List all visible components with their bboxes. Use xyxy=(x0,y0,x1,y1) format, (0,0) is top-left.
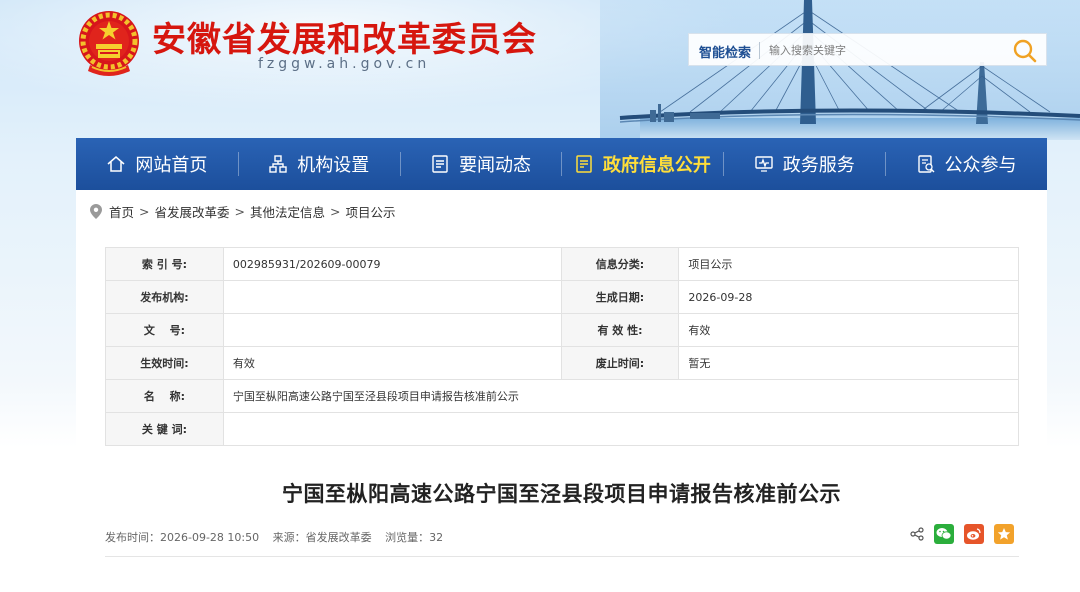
created-date-label: 生成日期: xyxy=(560,280,680,314)
table-row: 文 号: 有 效 性: 有效 xyxy=(105,313,1019,347)
category-value: 项目公示 xyxy=(678,247,1019,281)
main-nav: 网站首页 机构设置 要闻动态 政府信息公开 政务服务 公众参与 xyxy=(76,138,1047,190)
breadcrumb-separator: > xyxy=(234,204,245,219)
nav-item-home[interactable]: 网站首页 xyxy=(76,138,238,190)
participation-icon xyxy=(917,155,935,173)
favorite-share-icon[interactable] xyxy=(994,524,1014,544)
table-row: 关 键 词: xyxy=(105,412,1020,446)
search-box: 智能检索 xyxy=(688,33,1047,66)
publisher-label: 发布机构: xyxy=(105,280,224,314)
nav-item-organization[interactable]: 机构设置 xyxy=(237,138,400,190)
document-info-table: 索 引 号: 002985931/202609-00079 信息分类: 项目公示… xyxy=(105,247,1020,446)
site-domain: fzggw.ah.gov.cn xyxy=(258,56,431,72)
breadcrumb-statutory-info[interactable]: 其他法定信息 xyxy=(250,202,325,221)
nav-item-label: 网站首页 xyxy=(135,155,208,176)
search-input[interactable] xyxy=(769,40,999,61)
article-meta: 发布时间：2026-09-28 10:50 来源：省发展改革委 浏览量：32 xyxy=(105,529,453,545)
effective-time-label: 生效时间: xyxy=(105,346,224,380)
news-icon xyxy=(432,155,448,173)
smart-search-label[interactable]: 智能检索 xyxy=(699,42,751,61)
home-icon xyxy=(107,156,125,172)
bridge-banner-image xyxy=(600,0,1080,140)
effective-time-value: 有效 xyxy=(222,346,562,380)
doc-number-label: 文 号: xyxy=(105,313,224,347)
table-row: 索 引 号: 002985931/202609-00079 信息分类: 项目公示 xyxy=(105,247,1019,281)
nav-item-label: 要闻动态 xyxy=(459,155,532,176)
category-label: 信息分类: xyxy=(560,247,680,281)
keywords-label: 关 键 词: xyxy=(105,412,224,446)
share-icon[interactable] xyxy=(910,527,924,541)
share-bar xyxy=(910,524,1014,544)
article-title: 宁国至枞阳高速公路宁国至泾县段项目申请报告核准前公示 xyxy=(282,482,841,506)
nav-item-news[interactable]: 要闻动态 xyxy=(399,138,562,190)
wechat-glyph-icon xyxy=(936,528,952,540)
validity-label: 有 效 性: xyxy=(560,313,680,347)
name-value: 宁国至枞阳高速公路宁国至泾县段项目申请报告核准前公示 xyxy=(222,379,1020,413)
breadcrumb-separator: > xyxy=(139,204,150,219)
site-title: 安徽省发展和改革委员会 xyxy=(152,20,537,60)
expire-time-value: 暂无 xyxy=(678,346,1019,380)
location-pin-icon xyxy=(90,204,102,219)
index-value: 002985931/202609-00079 xyxy=(222,247,562,281)
index-label: 索 引 号: xyxy=(105,247,224,281)
nav-item-label: 机构设置 xyxy=(297,155,370,176)
expire-time-label: 废止时间: xyxy=(560,346,680,380)
search-icon[interactable] xyxy=(1012,38,1038,64)
doc-number-value xyxy=(222,313,562,347)
nav-item-label: 政府信息公开 xyxy=(602,155,711,176)
publish-time: 发布时间：2026-09-28 10:50 xyxy=(105,531,260,544)
validity-value: 有效 xyxy=(678,313,1019,347)
document-icon xyxy=(576,155,592,173)
view-count: 浏览量：32 xyxy=(385,531,444,544)
weibo-glyph-icon xyxy=(967,528,981,540)
breadcrumb: 首页 > 省发展改革委 > 其他法定信息 > 项目公示 xyxy=(90,202,396,221)
weibo-share-icon[interactable] xyxy=(964,524,984,544)
name-label: 名 称: xyxy=(105,379,224,413)
nav-item-label: 政务服务 xyxy=(782,155,855,176)
breadcrumb-ndrc[interactable]: 省发展改革委 xyxy=(155,202,230,221)
article-source: 来源：省发展改革委 xyxy=(272,531,372,544)
breadcrumb-project-notice[interactable]: 项目公示 xyxy=(346,202,396,221)
search-divider xyxy=(759,42,760,59)
breadcrumb-home[interactable]: 首页 xyxy=(109,202,134,221)
keywords-value xyxy=(222,412,1020,446)
nav-item-participation[interactable]: 公众参与 xyxy=(885,138,1047,190)
nav-item-services[interactable]: 政务服务 xyxy=(723,138,885,190)
meta-divider xyxy=(105,556,1019,557)
table-row: 名 称: 宁国至枞阳高速公路宁国至泾县段项目申请报告核准前公示 xyxy=(105,379,1020,413)
table-row: 生效时间: 有效 废止时间: 暂无 xyxy=(105,346,1019,380)
nav-item-label: 公众参与 xyxy=(944,155,1017,176)
org-chart-icon xyxy=(269,155,287,173)
publisher-value xyxy=(222,280,562,314)
wechat-share-icon[interactable] xyxy=(934,524,954,544)
created-date-value: 2026-09-28 xyxy=(678,280,1019,314)
star-icon xyxy=(997,528,1011,540)
breadcrumb-separator: > xyxy=(330,204,341,219)
table-row: 发布机构: 生成日期: 2026-09-28 xyxy=(105,280,1019,314)
national-emblem-logo xyxy=(79,11,139,76)
content-card: 首页 > 省发展改革委 > 其他法定信息 > 项目公示 索 引 号: 00298… xyxy=(76,190,1047,592)
monitor-icon xyxy=(755,156,773,172)
nav-item-gov-info[interactable]: 政府信息公开 xyxy=(561,138,723,190)
